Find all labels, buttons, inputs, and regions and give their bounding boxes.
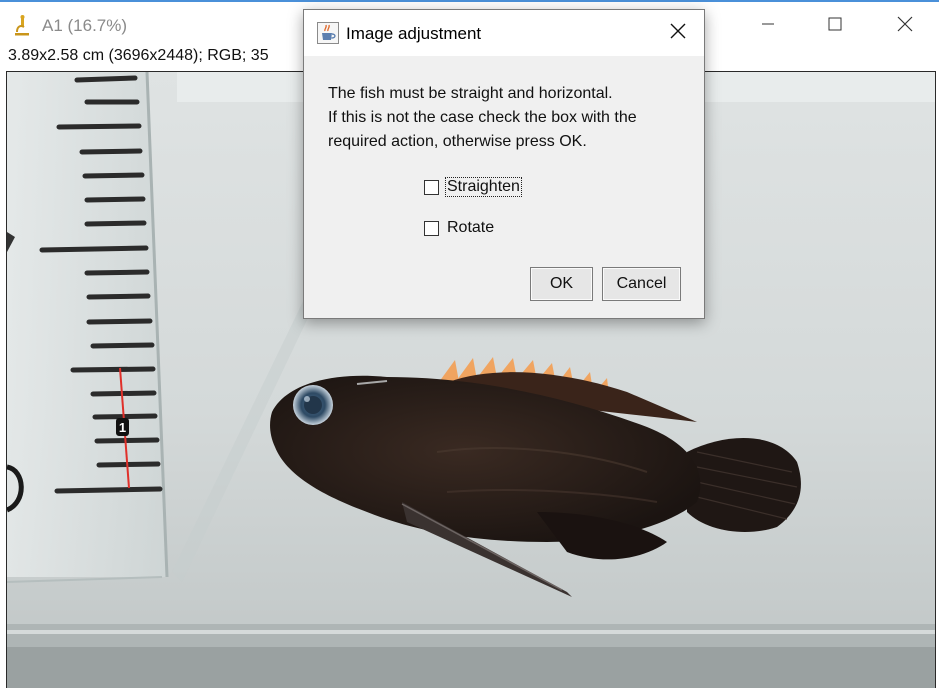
rotate-option[interactable]: Rotate [424,216,495,240]
scale-marker-label: 1 [119,420,126,435]
close-icon [670,23,686,44]
ok-button[interactable]: OK [530,267,593,301]
microscope-icon [12,14,32,36]
message-line: If this is not the case check the box wi… [328,109,637,126]
rotate-label[interactable]: Rotate [446,219,495,237]
image-info-text: 3.89x2.58 cm (3696x2448); RGB; 35 [8,47,269,64]
java-cup-icon [317,22,339,44]
dialog-close-button[interactable] [656,12,700,54]
minimize-icon [761,17,775,36]
window-bottom-edge [0,688,939,692]
dialog-title: Image adjustment [346,24,482,43]
message-line: The fish must be straight and horizontal… [328,85,613,102]
message-line: required action, otherwise press OK. [328,133,587,150]
straighten-option[interactable]: Straighten [424,175,522,199]
dialog-titlebar[interactable]: Image adjustment [304,10,704,56]
cancel-button[interactable]: Cancel [602,267,681,301]
window-title: A1 (16.7%) [42,16,128,35]
maximize-icon [828,17,842,36]
image-adjustment-dialog: Image adjustment The fish must be straig… [303,9,705,319]
rotate-checkbox[interactable] [424,220,439,236]
dialog-message: The fish must be straight and horizontal… [328,82,698,154]
maximize-button[interactable] [812,4,858,48]
close-button[interactable] [882,4,928,48]
minimize-button[interactable] [745,4,791,48]
straighten-checkbox[interactable] [424,179,439,195]
close-icon [897,16,913,37]
straighten-label[interactable]: Straighten [445,177,522,197]
